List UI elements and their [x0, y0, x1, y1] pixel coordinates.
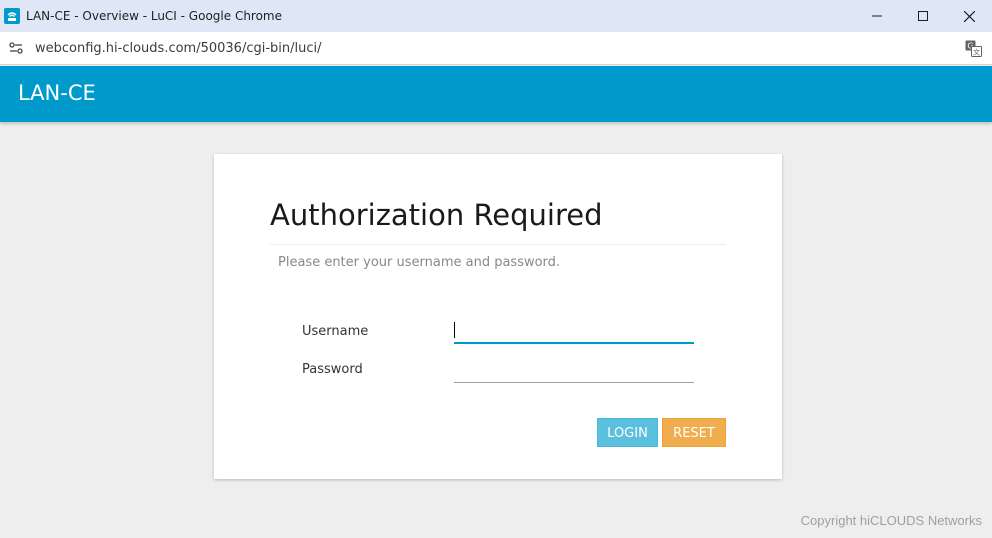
- close-button[interactable]: [946, 0, 992, 32]
- title-divider: [270, 244, 726, 245]
- minimize-button[interactable]: [854, 0, 900, 32]
- password-input[interactable]: [454, 359, 694, 383]
- brand-title[interactable]: LAN-CE: [18, 81, 96, 105]
- translate-icon[interactable]: G 文: [965, 40, 982, 57]
- text-caret: [454, 322, 455, 338]
- window-titlebar: LAN-CE - Overview - LuCI - Google Chrome: [0, 0, 992, 32]
- address-bar: webconfig.hi-clouds.com/50036/cgi-bin/lu…: [0, 32, 992, 65]
- username-label: Username: [302, 324, 369, 339]
- svg-text:文: 文: [973, 48, 980, 57]
- login-hint: Please enter your username and password.: [278, 255, 561, 270]
- url-field[interactable]: webconfig.hi-clouds.com/50036/cgi-bin/lu…: [35, 41, 322, 56]
- footer-copyright: Copyright hiCLOUDS Networks: [800, 513, 982, 528]
- login-button[interactable]: LOGIN: [597, 418, 658, 447]
- password-label: Password: [302, 362, 363, 377]
- maximize-icon: [918, 11, 928, 21]
- window-controls: [854, 0, 992, 32]
- minimize-icon: [872, 15, 882, 17]
- app-header: LAN-CE: [0, 66, 992, 122]
- window-title: LAN-CE - Overview - LuCI - Google Chrome: [26, 9, 283, 23]
- maximize-button[interactable]: [900, 0, 946, 32]
- username-input[interactable]: [454, 320, 694, 344]
- page-title: Authorization Required: [270, 198, 603, 232]
- login-card: Authorization Required Please enter your…: [214, 154, 782, 479]
- router-icon: [4, 8, 20, 24]
- close-icon: [963, 10, 975, 22]
- site-info-icon[interactable]: [8, 40, 24, 56]
- reset-button[interactable]: RESET: [662, 418, 726, 447]
